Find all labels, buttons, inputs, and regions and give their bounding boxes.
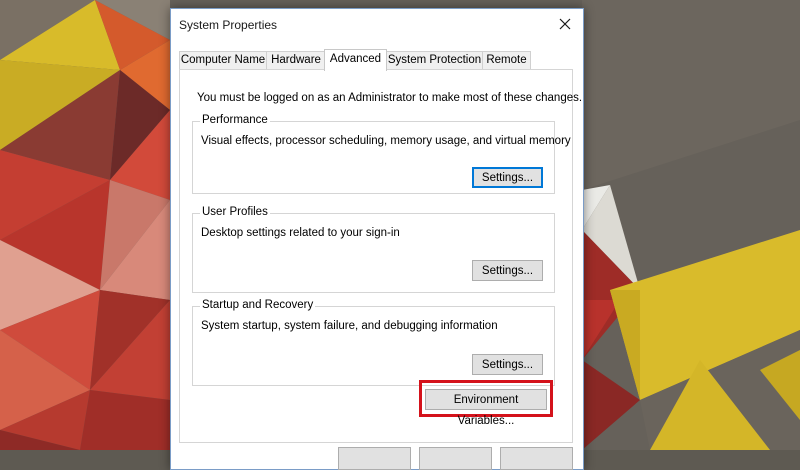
performance-group: Performance Visual effects, processor sc… [192,114,571,194]
system-properties-dialog: System Properties Computer Name Hardware… [170,8,584,470]
user-profiles-group-description: Desktop settings related to your sign-in [201,227,400,239]
tab-hardware[interactable]: Hardware [266,51,326,69]
cancel-button[interactable] [419,447,492,470]
tab-system-protection[interactable]: System Protection [386,51,483,69]
performance-group-description: Visual effects, processor scheduling, me… [201,135,571,147]
user-profiles-settings-button[interactable]: Settings... [472,260,543,281]
tab-remote[interactable]: Remote [482,51,531,69]
tab-computer-name[interactable]: Computer Name [179,51,267,69]
startup-recovery-group-description: System startup, system failure, and debu… [201,320,498,332]
user-profiles-group: User Profiles Desktop settings related t… [192,206,555,293]
performance-settings-button[interactable]: Settings... [472,167,543,188]
close-button[interactable] [547,9,583,39]
startup-recovery-group: Startup and Recovery System startup, sys… [192,299,555,386]
title-bar[interactable]: System Properties [171,9,583,41]
performance-group-title: Performance [200,114,270,126]
user-profiles-group-title: User Profiles [200,206,270,218]
close-icon [559,18,571,30]
startup-recovery-settings-button[interactable]: Settings... [472,354,543,375]
environment-variables-button[interactable]: Environment Variables... [425,389,547,427]
ok-button[interactable] [338,447,411,470]
startup-recovery-group-title: Startup and Recovery [200,299,316,311]
apply-button[interactable] [500,447,573,470]
admin-notice: You must be logged on as an Administrato… [197,92,583,104]
window-title: System Properties [179,18,278,32]
tab-advanced[interactable]: Advanced [324,49,387,71]
